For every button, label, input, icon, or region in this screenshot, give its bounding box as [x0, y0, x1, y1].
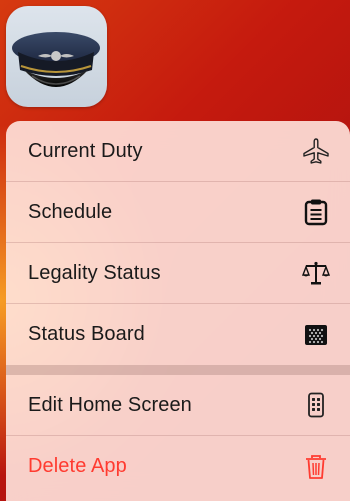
pilot-cap-icon: [12, 32, 100, 87]
menu-item-current-duty[interactable]: Current Duty: [6, 121, 350, 182]
menu-item-delete-app[interactable]: Delete App: [6, 436, 350, 497]
menu-item-edit-home-screen[interactable]: Edit Home Screen: [6, 375, 350, 436]
menu-item-label: Legality Status: [28, 261, 161, 284]
menu-item-label: Schedule: [28, 200, 113, 223]
menu-item-label: Delete App: [28, 455, 127, 477]
scales-icon: [302, 259, 330, 287]
clipboard-list-icon: [302, 198, 330, 226]
menu-item-legality-status[interactable]: Legality Status: [6, 243, 350, 304]
phone-apps-icon: [302, 391, 330, 419]
menu-group-separator: [6, 365, 350, 375]
menu-item-label: Edit Home Screen: [28, 393, 192, 416]
menu-item-status-board[interactable]: Status Board: [6, 304, 350, 365]
quick-actions-menu: Current Duty Schedule Legality Status St…: [6, 121, 350, 501]
shortcut-group: Current Duty Schedule Legality Status St…: [6, 121, 350, 365]
status-board-grid-icon: [302, 321, 330, 349]
airplane-icon: [302, 137, 330, 165]
menu-item-label: Status Board: [28, 323, 145, 345]
pilot-cap-app-icon[interactable]: [6, 6, 107, 107]
trash-icon: [302, 453, 330, 481]
menu-item-schedule[interactable]: Schedule: [6, 182, 350, 243]
menu-item-label: Current Duty: [28, 139, 143, 162]
system-group: Edit Home Screen Delete App: [6, 375, 350, 497]
